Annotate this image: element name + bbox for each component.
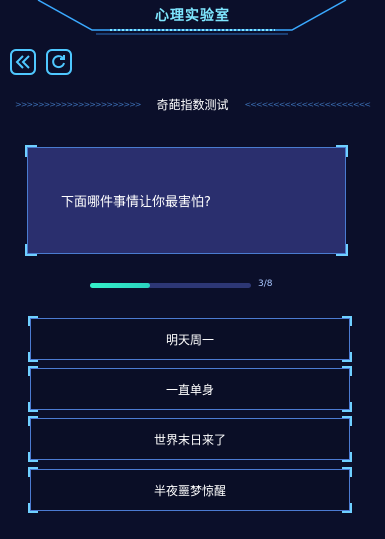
question-text: 下面哪件事情让你最害怕? bbox=[61, 195, 211, 210]
corner-decoration bbox=[25, 145, 37, 157]
option-button-3[interactable]: 世界末日来了 bbox=[28, 416, 352, 462]
option-button-1[interactable]: 明天周一 bbox=[28, 316, 352, 362]
double-chevron-left-icon bbox=[15, 55, 30, 69]
progress-label: 3/8 bbox=[258, 279, 273, 289]
corner-decoration bbox=[342, 366, 352, 376]
quiz-name: 奇葩指数测试 bbox=[156, 97, 229, 112]
header-bar: 心理实验室 bbox=[0, 0, 385, 40]
corner-decoration bbox=[25, 244, 37, 256]
option-label: 世界末日来了 bbox=[153, 432, 226, 447]
decorative-arrows-right: <<<<<<<<<<<<<<<<<<<<<< bbox=[244, 99, 371, 109]
corner-decoration bbox=[336, 244, 348, 256]
corner-decoration bbox=[28, 467, 38, 477]
refresh-icon bbox=[52, 55, 65, 69]
corner-decoration bbox=[342, 503, 352, 513]
corner-decoration bbox=[336, 145, 348, 157]
refresh-button[interactable] bbox=[46, 49, 72, 75]
progress-bar bbox=[90, 283, 251, 288]
corner-decoration bbox=[342, 452, 352, 462]
option-label: 明天周一 bbox=[165, 332, 214, 347]
quiz-name-row: >>>>>>>>>>>>>>>>>>>>>> 奇葩指数测试 <<<<<<<<<<… bbox=[0, 96, 385, 112]
option-label: 一直单身 bbox=[165, 382, 214, 397]
corner-decoration bbox=[342, 467, 352, 477]
corner-decoration bbox=[28, 366, 38, 376]
option-button-4[interactable]: 半夜噩梦惊醒 bbox=[28, 467, 352, 513]
back-button[interactable] bbox=[10, 49, 36, 75]
question-card: 下面哪件事情让你最害怕? bbox=[25, 145, 348, 256]
decorative-arrows-left: >>>>>>>>>>>>>>>>>>>>>> bbox=[15, 99, 141, 109]
corner-decoration bbox=[342, 402, 352, 412]
progress-fill bbox=[90, 283, 151, 288]
corner-decoration bbox=[28, 316, 38, 326]
corner-decoration bbox=[342, 316, 352, 326]
corner-decoration bbox=[28, 352, 38, 362]
option-label: 半夜噩梦惊醒 bbox=[153, 483, 226, 498]
corner-decoration bbox=[28, 402, 38, 412]
corner-decoration bbox=[342, 416, 352, 426]
corner-decoration bbox=[28, 503, 38, 513]
corner-decoration bbox=[28, 452, 38, 462]
option-button-2[interactable]: 一直单身 bbox=[28, 366, 352, 412]
corner-decoration bbox=[28, 416, 38, 426]
page-title: 心理实验室 bbox=[155, 8, 230, 24]
corner-decoration bbox=[342, 352, 352, 362]
